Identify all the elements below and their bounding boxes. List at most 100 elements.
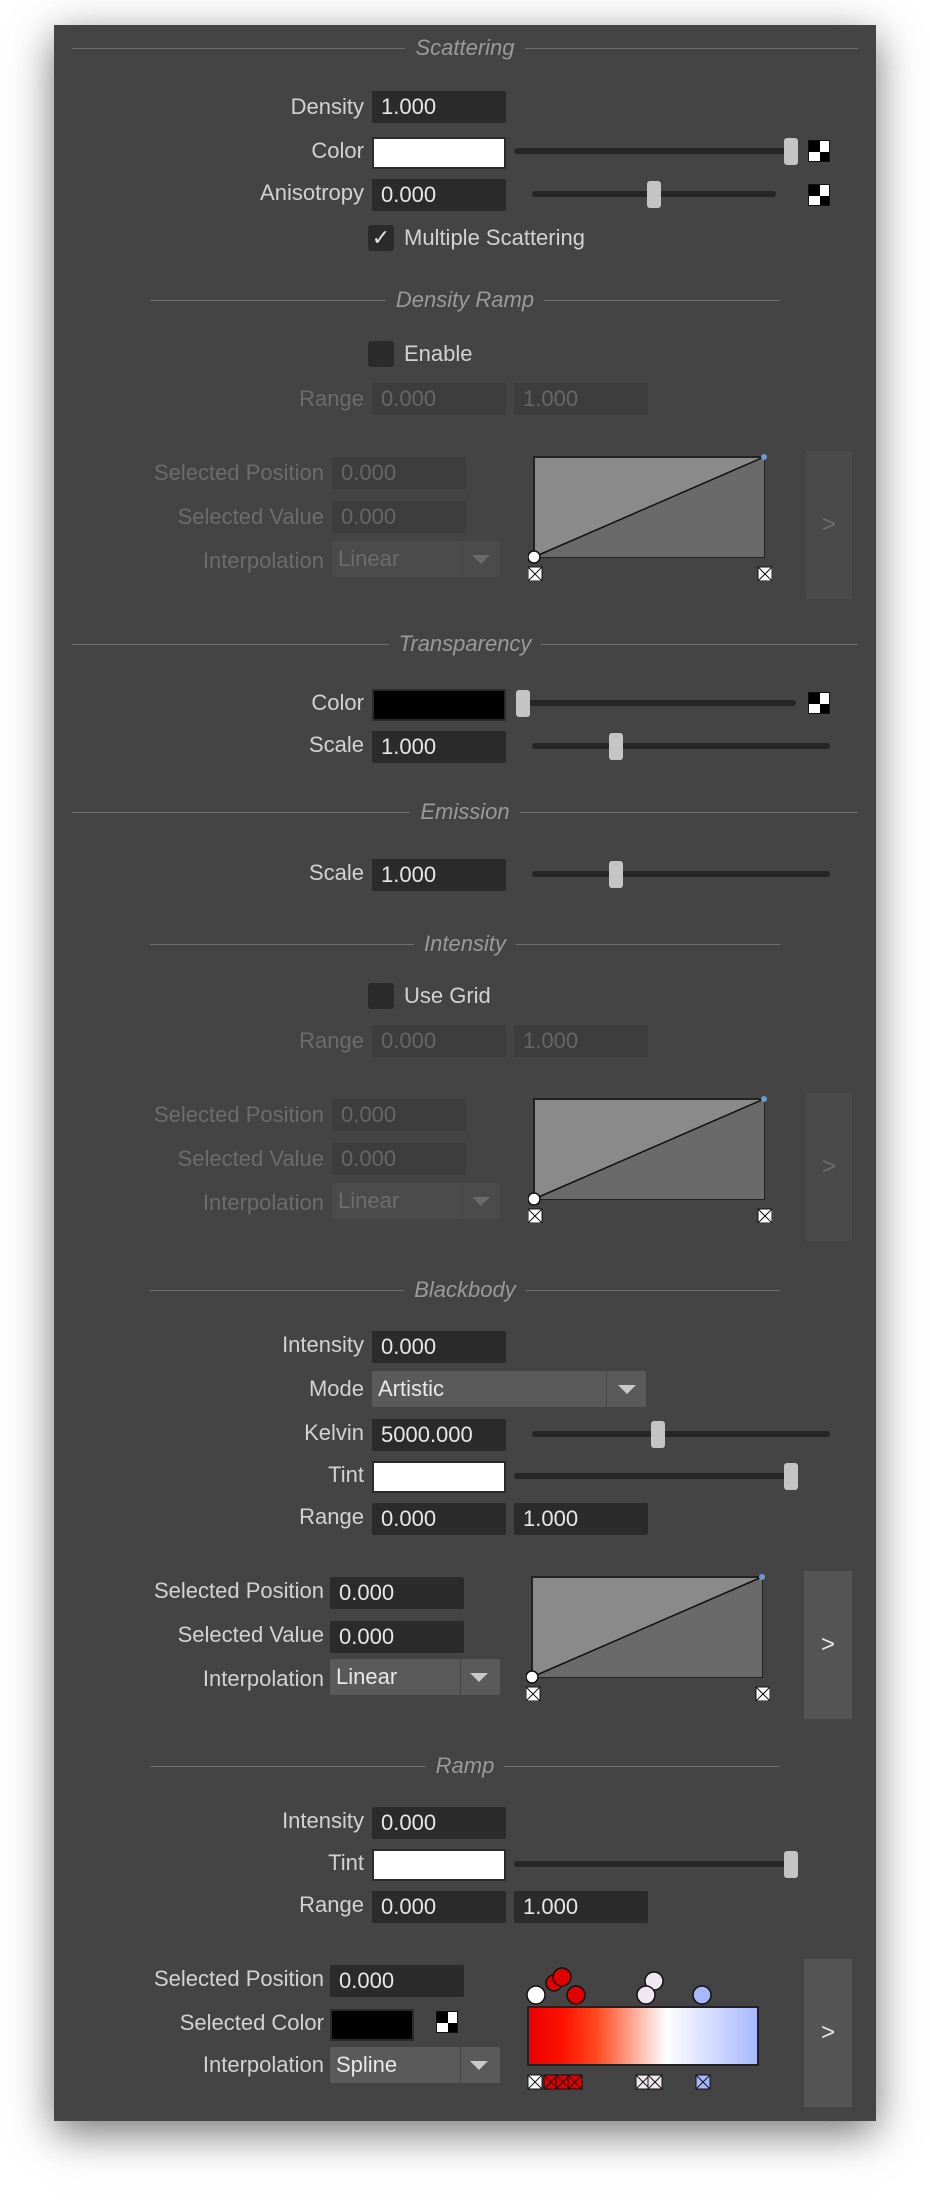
slider-thumb[interactable] [784, 138, 798, 165]
selected-position-field[interactable]: 0.000 [330, 1965, 464, 1997]
range-label: Range [299, 1028, 364, 1053]
density-ramp-curve-editor[interactable] [528, 451, 772, 581]
emission-scale-field[interactable]: 1.000 [372, 859, 506, 891]
ramp-range-max-field[interactable]: 1.000 [514, 1891, 648, 1923]
dropdown-value: Artistic [378, 1376, 444, 1401]
chevron-right-icon: > [820, 1631, 835, 1658]
dropdown-separator [462, 1183, 463, 1219]
blackbody-range-max-field[interactable]: 1.000 [514, 1503, 648, 1535]
blackbody-tint-swatch[interactable] [372, 1461, 506, 1493]
interpolation-dropdown[interactable]: Linear [332, 1183, 500, 1219]
density-label: Density [290, 94, 364, 119]
scattering-color-slider[interactable] [514, 138, 798, 165]
selected-color-label: Selected Color [179, 2010, 324, 2035]
close-box-icon[interactable] [647, 2074, 663, 2090]
kelvin-field[interactable]: 5000.000 [372, 1419, 506, 1451]
checker-icon[interactable] [808, 140, 830, 162]
selected-color-swatch[interactable] [330, 2009, 414, 2041]
slider-thumb[interactable] [784, 1851, 798, 1878]
ramp-intensity-field[interactable]: 0.000 [372, 1807, 506, 1839]
range-max-field[interactable]: 1.000 [514, 383, 648, 415]
multiple-scattering-checkbox[interactable]: ✓ [368, 225, 394, 251]
close-box-icon[interactable] [695, 2074, 711, 2090]
range-max-field[interactable]: 1.000 [514, 1025, 648, 1057]
density-ramp-expand-button[interactable]: > [806, 451, 852, 599]
ramp-range-min-field[interactable]: 0.000 [372, 1891, 506, 1923]
intensity-curve-editor[interactable] [528, 1093, 772, 1223]
transparency-scale-field[interactable]: 1.000 [372, 731, 506, 763]
slider-thumb[interactable] [784, 1463, 798, 1490]
section-title: Transparency [72, 631, 858, 657]
close-box-icon[interactable] [528, 1208, 543, 1223]
blackbody-expand-button[interactable]: > [804, 1571, 852, 1719]
kelvin-label: Kelvin [304, 1420, 364, 1445]
ramp-tint-label: Tint [328, 1850, 364, 1875]
transparency-color-swatch[interactable] [372, 689, 506, 721]
selected-position-label: Selected Position [154, 1102, 324, 1127]
slider-thumb[interactable] [516, 690, 530, 717]
close-box-icon[interactable] [528, 566, 543, 581]
blackbody-tint-slider[interactable] [514, 1463, 798, 1490]
selected-position-field[interactable]: 0.000 [332, 457, 466, 489]
ramp-tint-swatch[interactable] [372, 1849, 506, 1881]
mode-label: Mode [308, 1376, 364, 1401]
chevron-right-icon: > [821, 1153, 836, 1180]
close-box-icon[interactable] [757, 1208, 772, 1223]
interpolation-dropdown[interactable]: Spline [330, 2047, 500, 2083]
selected-value-field[interactable]: 0.000 [332, 501, 466, 533]
dropdown-separator [460, 1659, 461, 1695]
checker-icon[interactable] [808, 692, 830, 714]
interpolation-dropdown[interactable]: Linear [330, 1659, 500, 1695]
selected-position-field[interactable]: 0.000 [330, 1577, 464, 1609]
chevron-down-icon [470, 1673, 488, 1682]
transparency-header: Transparency [72, 631, 858, 657]
ramp-tint-slider[interactable] [514, 1851, 798, 1878]
ramp-stop-handles[interactable] [526, 1967, 712, 2005]
color-ramp-editor[interactable] [522, 1951, 772, 2091]
anisotropy-slider[interactable] [532, 181, 776, 208]
mode-dropdown[interactable]: Artistic [372, 1371, 646, 1407]
blackbody-curve-editor[interactable] [526, 1571, 770, 1701]
intensity-header: Intensity [150, 931, 780, 957]
emission-header: Emission [72, 799, 858, 825]
section-title: Intensity [150, 931, 780, 957]
close-box-icon[interactable] [757, 566, 772, 581]
slider-thumb[interactable] [651, 1421, 665, 1448]
blackbody-range-min-field[interactable]: 0.000 [372, 1503, 506, 1535]
checkmark-icon: ✓ [371, 225, 391, 250]
kelvin-slider[interactable] [532, 1421, 830, 1448]
slider-thumb[interactable] [647, 181, 661, 208]
selected-value-label: Selected Value [177, 1622, 324, 1647]
use-grid-checkbox[interactable] [368, 983, 394, 1009]
slider-thumb[interactable] [609, 861, 623, 888]
ramp-expand-button[interactable]: > [804, 1959, 852, 2107]
ramp-range-label: Range [299, 1892, 364, 1917]
close-box-icon[interactable] [526, 1686, 541, 1701]
close-box-icon[interactable] [567, 2074, 583, 2090]
range-min-field[interactable]: 0.000 [372, 1025, 506, 1057]
range-min-field[interactable]: 0.000 [372, 383, 506, 415]
slider-thumb[interactable] [609, 733, 623, 760]
anisotropy-field[interactable]: 0.000 [372, 179, 506, 211]
enable-checkbox[interactable] [368, 341, 394, 367]
checker-icon[interactable] [808, 184, 830, 206]
range-label: Range [299, 386, 364, 411]
checker-icon[interactable] [436, 2011, 458, 2033]
density-field[interactable]: 1.000 [372, 91, 506, 123]
blackbody-intensity-field[interactable]: 0.000 [372, 1331, 506, 1363]
transparency-scale-slider[interactable] [532, 733, 830, 760]
scattering-header: Scattering [72, 35, 858, 61]
emission-scale-slider[interactable] [532, 861, 830, 888]
chevron-down-icon [470, 2061, 488, 2070]
selected-value-field[interactable]: 0.000 [330, 1621, 464, 1653]
chevron-down-icon [472, 1197, 490, 1206]
close-box-icon[interactable] [755, 1686, 770, 1701]
enable-label: Enable [404, 341, 473, 366]
close-box-icon[interactable] [527, 2074, 543, 2090]
interpolation-dropdown[interactable]: Linear [332, 541, 500, 577]
scattering-color-swatch[interactable] [372, 137, 506, 169]
selected-value-field[interactable]: 0.000 [332, 1143, 466, 1175]
selected-position-field[interactable]: 0.000 [332, 1099, 466, 1131]
intensity-expand-button[interactable]: > [806, 1093, 852, 1241]
transparency-color-slider[interactable] [516, 690, 796, 717]
